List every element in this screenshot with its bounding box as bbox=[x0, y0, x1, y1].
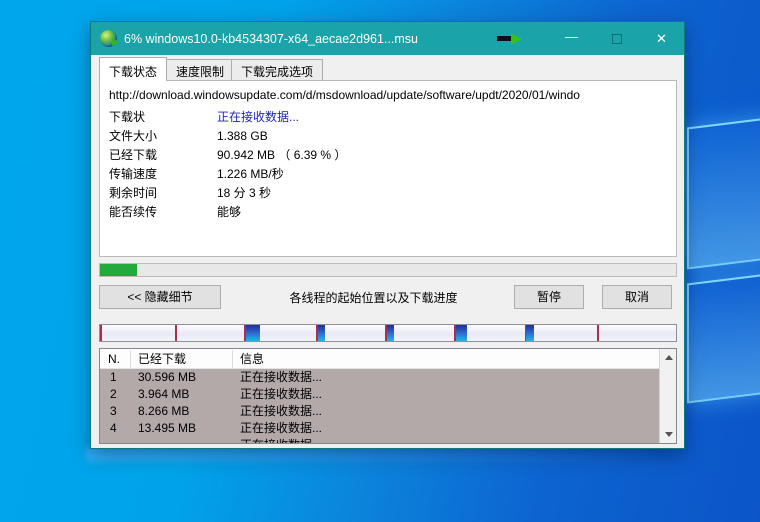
info-row: 已经下载90.942 MB （ 6.39 % ） bbox=[109, 146, 667, 165]
wallpaper-glow-band bbox=[86, 447, 661, 462]
table-cell-n: 2 bbox=[110, 386, 117, 403]
info-label: 已经下载 bbox=[109, 146, 217, 165]
table-row[interactable]: 2 3.964 MB 正在接收数据... bbox=[100, 386, 659, 403]
wallpaper-windows-logo-pane bbox=[687, 116, 760, 269]
info-value: 18 分 3 秒 bbox=[217, 184, 271, 203]
total-progress-bar bbox=[99, 263, 677, 277]
threads-progress-bar bbox=[99, 324, 677, 342]
info-label: 文件大小 bbox=[109, 127, 217, 146]
info-row: 能否续传能够 bbox=[109, 203, 667, 222]
scroll-up-button[interactable] bbox=[660, 349, 677, 366]
info-value: 1.226 MB/秒 bbox=[217, 165, 284, 184]
threads-table-header: N. 已经下载 信息 bbox=[100, 349, 676, 369]
idm-download-window: 6% windows10.0-kb4534307-x64_aecae2d961.… bbox=[90, 21, 685, 449]
hide-details-button[interactable]: << 隐藏细节 bbox=[99, 285, 221, 309]
table-cell-info: 正在接收数据... bbox=[240, 437, 322, 443]
maximize-button[interactable] bbox=[594, 22, 639, 55]
table-cell-n: 4 bbox=[110, 420, 117, 437]
download-url: http://download.windowsupdate.com/d/msdo… bbox=[109, 88, 667, 102]
thread-downloaded-chunk bbox=[526, 325, 533, 341]
controls-row: << 隐藏细节 各线程的起始位置以及下载进度 暂停 取消 bbox=[91, 285, 684, 309]
info-label: 传输速度 bbox=[109, 165, 217, 184]
table-cell-info: 正在接收数据... bbox=[240, 386, 322, 403]
chevron-up-icon bbox=[665, 355, 673, 360]
info-row: 文件大小1.388 GB bbox=[109, 127, 667, 146]
close-icon: ✕ bbox=[656, 31, 667, 47]
table-cell-size: 8.266 MB bbox=[138, 403, 189, 420]
column-header-info: 信息 bbox=[240, 349, 264, 369]
info-row: 传输速度1.226 MB/秒 bbox=[109, 165, 667, 184]
tab-speed-limit[interactable]: 速度限制 bbox=[166, 59, 234, 80]
table-cell-info: 正在接收数据... bbox=[240, 420, 322, 437]
thread-downloaded-chunk bbox=[318, 325, 325, 341]
info-row: 下载状正在接收数据... bbox=[109, 108, 667, 127]
window-title: 6% windows10.0-kb4534307-x64_aecae2d961.… bbox=[124, 32, 418, 46]
table-scrollbar[interactable] bbox=[659, 349, 676, 443]
close-button[interactable]: ✕ bbox=[639, 22, 684, 55]
info-value: 正在接收数据... bbox=[217, 108, 299, 127]
column-separator bbox=[130, 350, 131, 368]
column-header-n: N. bbox=[108, 349, 120, 369]
idm-arrow-shaft bbox=[497, 36, 512, 41]
idm-arrow-head bbox=[511, 33, 522, 45]
thread-downloaded-chunk bbox=[246, 325, 260, 341]
thread-start-tick bbox=[597, 325, 599, 341]
table-cell-n: 3 bbox=[110, 403, 117, 420]
info-label: 剩余时间 bbox=[109, 184, 217, 203]
download-fields: 下载状正在接收数据...文件大小1.388 GB已经下载90.942 MB （ … bbox=[109, 108, 667, 222]
total-progress-fill bbox=[100, 264, 137, 276]
idm-app-icon[interactable] bbox=[100, 30, 117, 47]
cancel-button[interactable]: 取消 bbox=[602, 285, 672, 309]
info-value: 90.942 MB （ 6.39 % ） bbox=[217, 146, 346, 165]
minimize-icon: — bbox=[565, 29, 578, 44]
thread-start-tick bbox=[175, 325, 177, 341]
thread-downloaded-chunk bbox=[387, 325, 394, 341]
table-row[interactable]: 3 8.266 MB 正在接收数据... bbox=[100, 403, 659, 420]
threads-table-body: 1 30.596 MB 正在接收数据... 2 3.964 MB 正在接收数据... 3 8.… bbox=[100, 369, 659, 443]
column-header-size: 已经下载 bbox=[138, 349, 186, 369]
chevron-down-icon bbox=[665, 432, 673, 437]
table-row[interactable]: 正在接收数据... bbox=[100, 437, 659, 443]
idm-arrow-icon bbox=[497, 33, 523, 45]
info-value: 1.388 GB bbox=[217, 127, 268, 146]
download-status-panel: http://download.windowsupdate.com/d/msdo… bbox=[99, 80, 677, 257]
thread-downloaded-chunk bbox=[456, 325, 467, 341]
scroll-down-button[interactable] bbox=[660, 426, 677, 443]
titlebar[interactable]: 6% windows10.0-kb4534307-x64_aecae2d961.… bbox=[91, 22, 684, 55]
table-cell-info: 正在接收数据... bbox=[240, 369, 322, 386]
info-label: 能否续传 bbox=[109, 203, 217, 222]
table-cell-size: 13.495 MB bbox=[138, 420, 196, 437]
column-separator bbox=[232, 350, 233, 368]
maximize-icon bbox=[612, 34, 622, 44]
threads-table: N. 已经下载 信息 1 30.596 MB 正在接收数据... 2 3.964 MB 正… bbox=[99, 348, 677, 444]
tab-on-complete-options[interactable]: 下载完成选项 bbox=[231, 59, 323, 80]
table-cell-size: 3.964 MB bbox=[138, 386, 189, 403]
table-cell-size: 30.596 MB bbox=[138, 369, 196, 386]
table-cell-n: 1 bbox=[110, 369, 117, 386]
thread-start-tick bbox=[100, 325, 102, 341]
info-row: 剩余时间18 分 3 秒 bbox=[109, 184, 667, 203]
info-label: 下载状 bbox=[109, 108, 217, 127]
pause-button[interactable]: 暂停 bbox=[514, 285, 584, 309]
threads-caption: 各线程的起始位置以及下载进度 bbox=[241, 289, 506, 306]
wallpaper-windows-logo-pane bbox=[687, 272, 760, 403]
desktop-wallpaper: 6% windows10.0-kb4534307-x64_aecae2d961.… bbox=[0, 0, 760, 522]
table-row[interactable]: 4 13.495 MB 正在接收数据... bbox=[100, 420, 659, 437]
minimize-button[interactable]: — bbox=[549, 22, 594, 55]
info-value: 能够 bbox=[217, 203, 241, 222]
table-cell-info: 正在接收数据... bbox=[240, 403, 322, 420]
table-row[interactable]: 1 30.596 MB 正在接收数据... bbox=[100, 369, 659, 386]
tab-download-status[interactable]: 下载状态 bbox=[99, 57, 167, 81]
